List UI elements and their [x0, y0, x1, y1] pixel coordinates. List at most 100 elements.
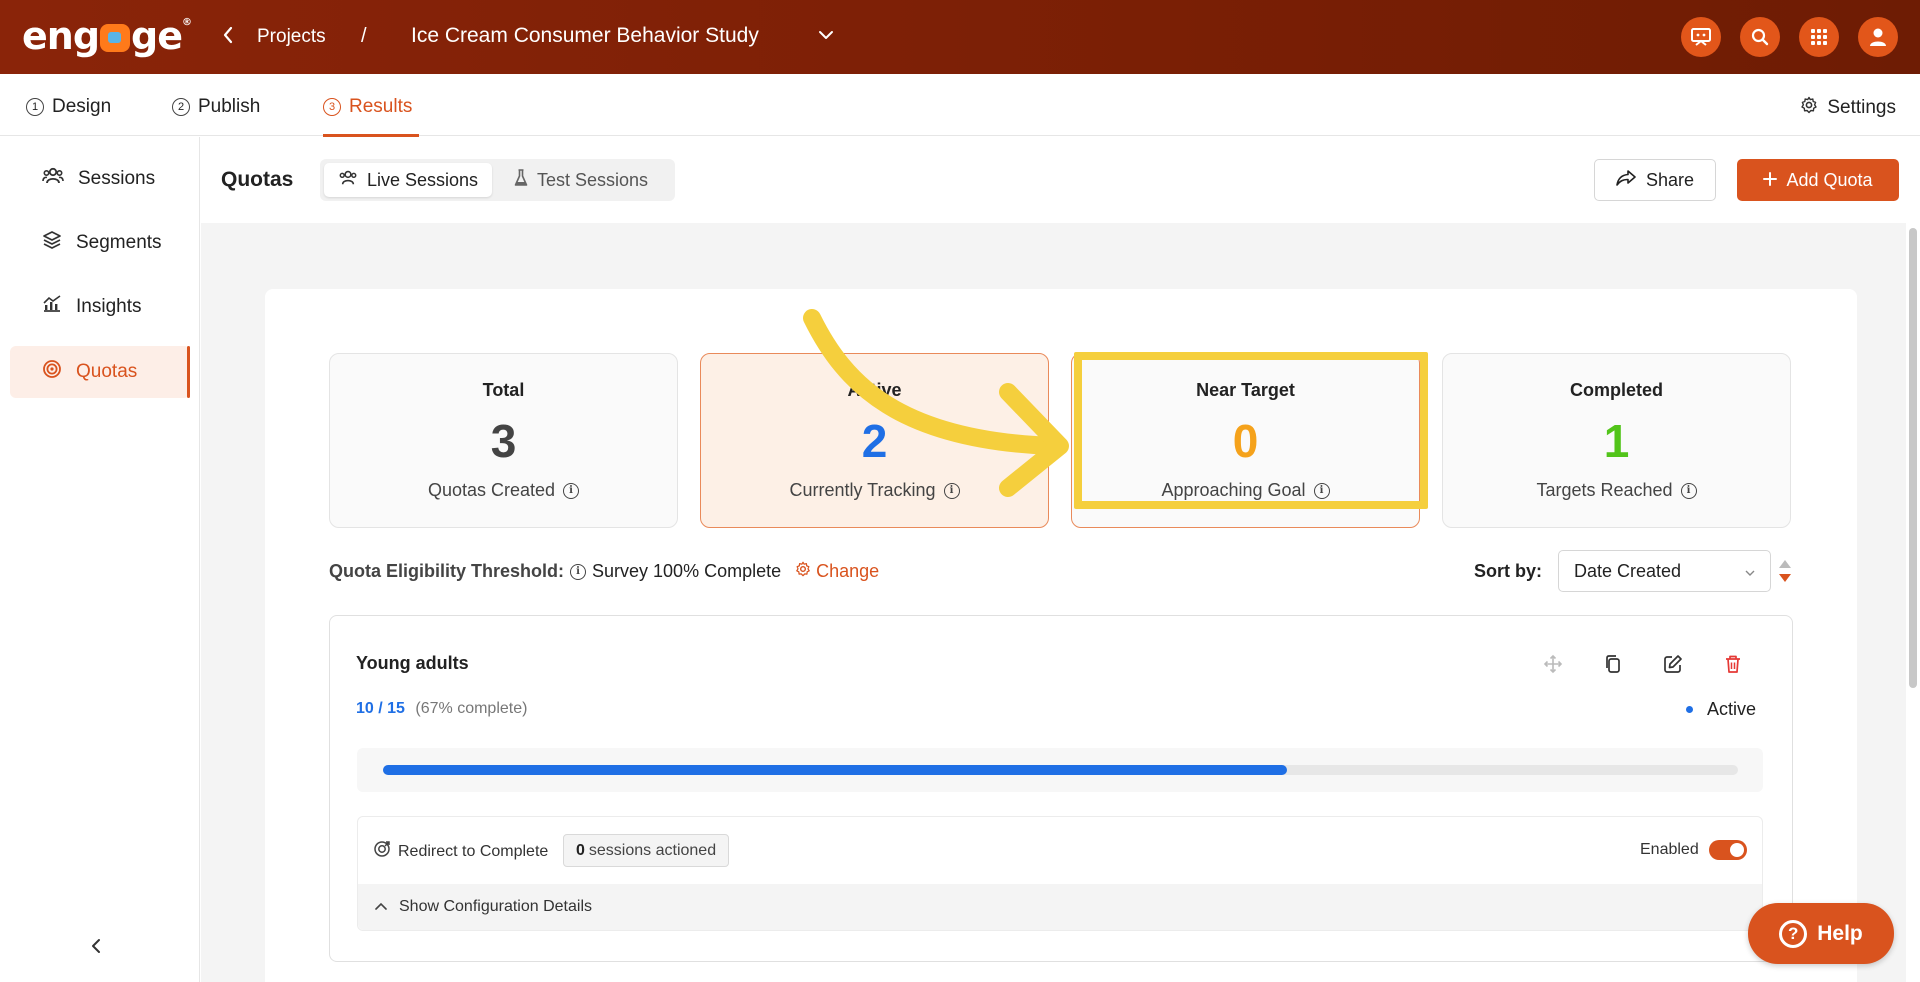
enabled-label: Enabled: [1640, 841, 1699, 858]
settings-label: Settings: [1827, 97, 1896, 118]
sort-select[interactable]: Date Created: [1558, 550, 1771, 592]
step-number: 2: [172, 98, 190, 116]
back-chevron-icon[interactable]: [222, 24, 234, 50]
users-icon: [42, 167, 64, 191]
sidebar: Sessions Segments Insights Quotas: [0, 137, 200, 982]
edit-icon[interactable]: [1661, 652, 1685, 676]
top-bar: eng ge ® Projects / Ice Cream Consumer Beh…: [0, 0, 1920, 74]
quota-count: 10 / 15: [356, 700, 405, 717]
tab-label: Results: [349, 96, 413, 117]
test-sessions-tab[interactable]: Test Sessions: [500, 163, 662, 197]
sessions-count: 0: [576, 841, 585, 859]
user-icon[interactable]: [1858, 17, 1898, 57]
enabled-toggle[interactable]: [1709, 840, 1747, 860]
share-button[interactable]: Share: [1594, 159, 1716, 201]
session-type-toggle: Live Sessions Test Sessions: [320, 159, 675, 201]
stat-label: Completed: [1569, 380, 1663, 400]
quota-progress-text: 10 / 15 (67% complete): [356, 700, 527, 718]
chat-bubble-icon: [100, 24, 131, 52]
sessions-suffix: sessions actioned: [588, 841, 717, 859]
info-icon[interactable]: i: [1680, 482, 1697, 499]
sidebar-item-label: Insights: [76, 296, 142, 317]
sort-direction-icon[interactable]: [1777, 558, 1793, 584]
tab-label: Publish: [198, 96, 261, 117]
sessions-actioned-badge: 0 sessions actioned: [563, 834, 730, 867]
stat-card-completed[interactable]: Completed 1 Targets Reached i: [1442, 353, 1791, 528]
trash-icon[interactable]: [1721, 652, 1745, 676]
help-label: Help: [1817, 921, 1863, 945]
steps-bar: 1 Design 2 Publish 3 Results Settings: [0, 74, 1920, 136]
stat-subtitle-text: Targets Reached: [1536, 480, 1673, 500]
stat-value: 1: [1603, 415, 1630, 467]
breadcrumb-separator: /: [361, 25, 367, 47]
eligibility-threshold: Quota Eligibility Threshold: i Survey 10…: [329, 561, 879, 582]
stat-label: Total: [482, 380, 525, 400]
help-circle-icon: ?: [1779, 919, 1808, 948]
layers-icon: [42, 230, 62, 256]
live-sessions-tab[interactable]: Live Sessions: [324, 163, 493, 197]
quota-percent: (67% complete): [415, 700, 528, 717]
change-label: Change: [816, 561, 880, 581]
threshold-label: Quota Eligibility Threshold:: [329, 561, 565, 581]
share-arrow-icon: [1616, 169, 1636, 191]
engage-logo[interactable]: eng ge ®: [22, 14, 192, 58]
stat-card-total: Total 3 Quotas Created i: [329, 353, 678, 528]
info-icon[interactable]: i: [570, 563, 587, 580]
chevron-down-icon[interactable]: [818, 28, 833, 42]
chevron-up-icon: [374, 898, 388, 916]
scrollbar-thumb[interactable]: [1909, 228, 1917, 688]
flask-icon: [514, 168, 528, 192]
drag-handle-icon[interactable]: [1541, 652, 1565, 676]
apps-grid-icon[interactable]: [1799, 17, 1839, 57]
quota-name: Young adults: [356, 653, 469, 673]
show-config-details[interactable]: Show Configuration Details: [358, 884, 1762, 930]
presentation-icon[interactable]: [1681, 17, 1721, 57]
stat-subtitle-text: Quotas Created: [427, 480, 556, 500]
progress-fill: [383, 765, 1287, 775]
collapse-sidebar-icon[interactable]: [90, 937, 102, 960]
tab-label: Design: [52, 96, 112, 117]
info-icon[interactable]: i: [563, 482, 580, 499]
page-title: Quotas: [221, 168, 294, 191]
stat-value: 3: [490, 415, 517, 467]
sort-by-label: Sort by:: [1474, 561, 1543, 581]
chevron-down-icon: [1744, 563, 1756, 576]
status-label: Active: [1707, 699, 1757, 719]
test-sessions-label: Test Sessions: [537, 169, 649, 190]
stat-subtitle: Quotas Created i: [330, 480, 677, 501]
tab-publish[interactable]: 2 Publish: [172, 96, 260, 118]
threshold-value: Survey 100% Complete: [592, 561, 782, 581]
status-dot: [1686, 706, 1693, 713]
gear-icon: [1800, 96, 1818, 120]
users-icon: [338, 170, 358, 191]
tab-results[interactable]: 3 Results: [323, 96, 412, 118]
annotation-highlight-box: [1074, 352, 1428, 509]
share-label: Share: [1645, 169, 1695, 190]
redirect-label: Redirect to Complete: [398, 842, 549, 860]
copy-icon[interactable]: [1601, 652, 1625, 676]
sidebar-item-segments[interactable]: Segments: [10, 217, 190, 269]
add-quota-label: Add Quota: [1786, 169, 1873, 190]
search-icon[interactable]: [1740, 17, 1780, 57]
redirect-action: Redirect to Complete: [373, 840, 548, 863]
registered-mark: ®: [182, 16, 192, 28]
sidebar-item-insights[interactable]: Insights: [10, 281, 190, 333]
sidebar-item-sessions[interactable]: Sessions: [10, 153, 190, 205]
settings-button[interactable]: Settings: [1800, 96, 1896, 120]
plus-icon: [1763, 170, 1778, 191]
add-quota-button[interactable]: Add Quota: [1737, 159, 1899, 201]
stat-subtitle: Targets Reached i: [1443, 480, 1790, 501]
sidebar-item-quotas[interactable]: Quotas: [10, 346, 190, 398]
live-sessions-label: Live Sessions: [367, 169, 479, 190]
tab-design[interactable]: 1 Design: [26, 96, 111, 118]
target-icon: [42, 359, 62, 385]
step-number: 1: [26, 98, 44, 116]
gear-icon: [795, 561, 811, 582]
step-number: 3: [323, 98, 341, 116]
config-label: Show Configuration Details: [399, 898, 592, 915]
help-button[interactable]: ? Help: [1748, 903, 1894, 964]
change-threshold-link[interactable]: Change: [795, 561, 879, 582]
breadcrumb-projects[interactable]: Projects: [257, 26, 326, 48]
project-title: Ice Cream Consumer Behavior Study: [411, 24, 759, 47]
quota-status: Active: [1686, 699, 1756, 720]
